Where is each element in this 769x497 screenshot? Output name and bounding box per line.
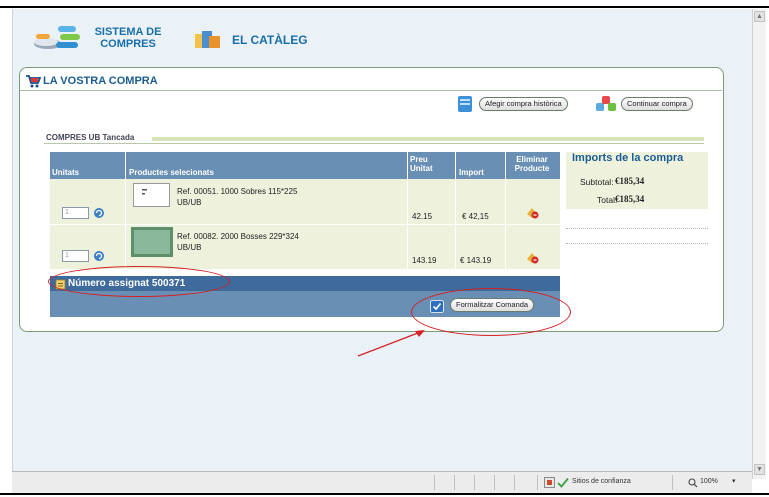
col-delete-line2: Producte: [514, 164, 550, 173]
top-border: [0, 6, 769, 8]
zoom-level[interactable]: 100%: [700, 478, 718, 485]
add-historical-purchase-button[interactable]: Afegir compra històrica: [479, 97, 568, 111]
col-units: Unitats: [52, 168, 80, 177]
delete-product-icon[interactable]: [525, 250, 539, 264]
col-unit-price-line1: Preu: [410, 155, 428, 164]
amount-2: € 143.19: [460, 256, 492, 265]
status-separator: [434, 475, 435, 490]
continue-shopping-button[interactable]: Continuar compra: [621, 97, 693, 111]
summary-divider: [566, 243, 708, 245]
subtotal-value: €185,34: [615, 176, 645, 186]
product-ref-2: Ref. 00082. 2000 Bosses 229*324: [177, 232, 299, 241]
subtotal-label: Subtotal:: [580, 177, 614, 187]
trusted-check-icon: [557, 477, 569, 488]
tab-divider: [44, 143, 704, 144]
catalog-icon: [195, 31, 220, 48]
brand-line-2: COMPRES: [100, 38, 156, 50]
refresh-icon[interactable]: [93, 207, 105, 219]
brand-title: SISTEMA DE COMPRES: [93, 26, 163, 50]
history-icon: [458, 96, 472, 112]
col-delete: Eliminar Producte: [509, 155, 555, 173]
shopping-cart-icon: [26, 75, 41, 88]
trusted-sites-label: Sitios de confianza: [572, 478, 631, 485]
unit-price-1: 42.15: [412, 212, 433, 221]
quantity-input[interactable]: 1: [62, 250, 89, 262]
col-unit-price-line2: Unitat: [410, 164, 433, 173]
status-separator: [672, 475, 673, 490]
brand-line-1: SISTEMA DE: [94, 26, 162, 38]
column-divider: [505, 152, 506, 269]
summary-divider: [566, 228, 708, 230]
tab-strip: [152, 137, 704, 141]
zoom-icon: [688, 478, 698, 488]
status-bar: Sitios de confianza 100% ▾: [12, 471, 752, 494]
row-divider: [50, 224, 560, 225]
continue-shopping-icon: [596, 96, 616, 111]
product-thumbnail: [133, 183, 170, 207]
column-divider: [455, 152, 456, 269]
bottom-border: [0, 493, 769, 495]
column-divider: [125, 152, 126, 269]
col-unit-price: Preu Unitat: [410, 155, 433, 173]
quantity-input[interactable]: 1: [62, 207, 89, 219]
order-tab[interactable]: COMPRES UB Tancada: [46, 133, 134, 142]
product-unit-1: UB/UB: [177, 198, 202, 207]
unit-price-2: 143.19: [412, 256, 437, 265]
total-value: €185,34: [615, 194, 645, 204]
status-separator: [494, 475, 495, 490]
security-icon: [544, 477, 555, 488]
column-divider: [407, 152, 408, 269]
refresh-icon[interactable]: [93, 250, 105, 262]
status-separator: [454, 475, 455, 490]
catalog-link[interactable]: EL CATÀLEG: [232, 33, 308, 47]
scroll-up-icon[interactable]: ▲: [754, 11, 765, 22]
logo-icon: [34, 26, 80, 49]
panel-title: LA VOSTRA COMPRA: [43, 75, 158, 87]
col-products: Productes selecionats: [129, 168, 214, 177]
col-delete-line1: Eliminar: [516, 155, 548, 164]
panel-divider: [20, 90, 722, 91]
arrow-annotation: [357, 330, 425, 357]
product-ref-1: Ref. 00051. 1000 Sobres 115*225: [177, 187, 298, 196]
order-table: Unitats Productes selecionats Preu Unita…: [50, 152, 560, 269]
amount-1: € 42,15: [462, 212, 489, 221]
vertical-scrollbar[interactable]: ▲ ▼: [752, 9, 766, 479]
status-separator: [514, 475, 515, 490]
zoom-dropdown-icon[interactable]: ▾: [732, 477, 736, 485]
status-separator: [474, 475, 475, 490]
col-amount: Import: [459, 168, 484, 177]
product-unit-2: UB/UB: [177, 243, 202, 252]
product-thumbnail: [131, 227, 173, 257]
highlight-annotation: [411, 288, 571, 336]
scroll-down-icon[interactable]: ▼: [754, 464, 765, 475]
delete-product-icon[interactable]: [525, 205, 539, 219]
status-separator: [537, 475, 538, 490]
summary-title: Imports de la compra: [572, 152, 684, 164]
highlight-annotation: [48, 266, 230, 297]
